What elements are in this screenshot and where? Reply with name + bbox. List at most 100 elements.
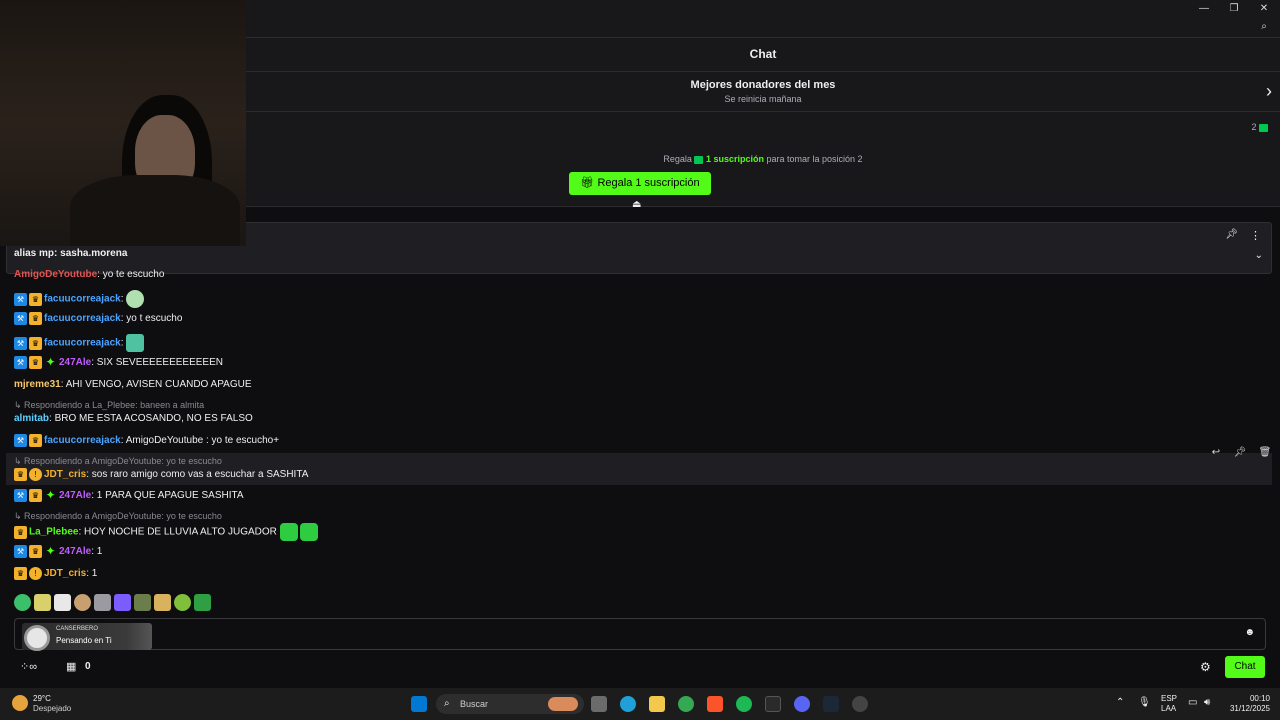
vip-badge-icon: ♛ — [14, 567, 27, 580]
now-playing-song: Pensando en Ti — [56, 636, 112, 645]
clock-time[interactable]: 00:10 — [1230, 694, 1270, 703]
weather-temp: 29°C — [33, 694, 51, 703]
mod-badge-icon: ⚒ — [14, 292, 27, 306]
chat-message: ⚒ ♛ ✦ 247Ale: SIX SEVEEEEEEEEEEEEN — [14, 356, 223, 370]
collapse-icon[interactable]: ⏏ — [632, 199, 641, 210]
og-badge-icon: ! — [29, 468, 42, 481]
chat-message: ♛ La_Plebee: HOY NOCHE DE LLUVIA ALTO JUG… — [14, 523, 319, 541]
points-icon[interactable]: ⁘∞ — [20, 660, 37, 673]
microphone-icon[interactable]: 🎙︎ — [1138, 697, 1151, 708]
pin-message-icon[interactable]: 📌︎ — [1230, 447, 1250, 461]
delete-icon[interactable]: 🗑︎ — [1255, 447, 1275, 461]
obs-icon[interactable] — [852, 696, 868, 712]
close-icon[interactable]: ✕ — [1256, 2, 1272, 16]
send-chat-button[interactable]: Chat — [1225, 656, 1265, 678]
top-donors-title: Mejores donadores del mes — [690, 79, 836, 91]
emote-icon[interactable] — [94, 594, 111, 611]
emote-quickbar — [14, 594, 214, 612]
gear-icon[interactable]: ⚙ — [1200, 660, 1211, 674]
taskbar-search[interactable]: ⌕ Buscar — [436, 694, 584, 714]
chat-message: ⚒ ♛ ✦ 247Ale: 1 PARA QUE APAGUE SASHITA — [14, 489, 244, 503]
more-options-icon[interactable]: ⋮ — [1250, 229, 1261, 242]
chat-message: ⚒ ♛ facuucorreajack: AmigoDeYoutube : yo t… — [14, 434, 279, 448]
reply-icon[interactable]: ↩ — [1206, 447, 1226, 461]
vip-badge-icon: ♛ — [29, 356, 42, 369]
file-explorer-icon[interactable] — [649, 696, 665, 712]
mod-badge-icon: ⚒ — [14, 489, 27, 502]
emoji-icon[interactable]: ☻ — [1244, 627, 1255, 638]
og-badge-icon: ! — [29, 567, 42, 580]
rank-count: 2 — [1251, 122, 1268, 132]
vip-badge-icon: ♛ — [14, 468, 27, 481]
steam-icon[interactable] — [823, 696, 839, 712]
gift-icon — [694, 155, 704, 164]
weather-icon — [12, 695, 28, 711]
windows-start-icon[interactable] — [411, 696, 427, 712]
chat-message: ⚒ ♛ ✦ 247Ale: 1 — [14, 545, 102, 559]
store-icon[interactable]: ▦ — [66, 660, 76, 673]
emote-icon — [126, 334, 145, 352]
chat-message: ♛! JDT_cris: 1 — [14, 567, 97, 581]
vip-badge-icon: ♛ — [29, 545, 42, 558]
top-donors-subtitle: Se reinicia mañana — [724, 94, 802, 104]
discord-icon[interactable] — [794, 696, 810, 712]
search-highlight-icon — [548, 697, 578, 711]
vip-badge-icon: ♛ — [29, 434, 42, 447]
language-bottom[interactable]: LAA — [1161, 704, 1176, 713]
network-icon[interactable]: ▭ — [1188, 697, 1197, 708]
emote-icon[interactable] — [194, 594, 211, 611]
emote-icon[interactable] — [154, 594, 171, 611]
volume-icon[interactable]: 🔊︎ — [1204, 697, 1210, 708]
chat-input[interactable]: ☻ — [14, 618, 1266, 650]
minimize-icon[interactable]: — — [1196, 2, 1212, 16]
search-icon: ⌕ — [444, 698, 450, 709]
emote-icon[interactable] — [134, 594, 151, 611]
gift-subscription-button[interactable]: 🎁︎ Regala 1 suscripción — [569, 172, 711, 195]
mod-badge-icon: ⚒ — [14, 356, 27, 369]
chat-message: ⚒ ♛ facuucorreajack: — [14, 290, 145, 308]
emote-icon[interactable] — [114, 594, 131, 611]
gift-prompt: Regala 1 suscripción para tomar la posic… — [663, 154, 863, 164]
pinned-text: alias mp: sasha.morena — [14, 248, 128, 259]
epic-games-icon[interactable] — [765, 696, 781, 712]
gift-panel: 2 Regala 1 suscripción para tomar la pos… — [246, 112, 1280, 210]
emote-icon[interactable] — [34, 594, 51, 611]
pin-icon[interactable]: 📌︎ — [1225, 229, 1238, 240]
zoom-icon[interactable]: ⌕ — [1256, 20, 1272, 34]
taskbar: 29°C Despejado ⌕ Buscar ⌃ 🎙︎ ESP LAA ▭ 🔊… — [0, 688, 1280, 720]
chevron-right-icon[interactable]: › — [1266, 81, 1272, 102]
vip-badge-icon: ♛ — [29, 312, 42, 325]
chat-message: ⚒ ♛ facuucorreajack: — [14, 334, 145, 352]
emote-icon[interactable] — [174, 594, 191, 611]
store-count: 0 — [85, 661, 91, 672]
emote-icon — [279, 523, 298, 541]
mod-badge-icon: ⚒ — [14, 336, 27, 350]
vip-badge-icon: ♛ — [29, 489, 42, 502]
emote-icon — [300, 523, 319, 541]
now-playing-card: CANSERBERO Pensando en Ti — [22, 623, 152, 651]
reply-context: ↳ Respondiendo a La_Plebee: baneen a alm… — [14, 400, 205, 410]
weather-desc: Despejado — [33, 704, 72, 713]
emote-icon[interactable] — [74, 594, 91, 611]
mod-badge-icon: ⚒ — [14, 545, 27, 558]
chat-message: almitab: BRO ME ESTA ACOSANDO, NO ES FAL… — [14, 413, 253, 424]
spotify-icon[interactable] — [736, 696, 752, 712]
sparkle-badge-icon: ✦ — [45, 544, 56, 558]
restore-icon[interactable]: ❐ — [1226, 2, 1242, 16]
chat-message: mjreme31: AHI VENGO, AVISEN CUANDO APAGU… — [14, 379, 252, 390]
brave-icon[interactable] — [707, 696, 723, 712]
clock-date[interactable]: 31/12/2025 — [1220, 704, 1270, 713]
webcam-overlay — [0, 0, 246, 246]
emote-icon[interactable] — [14, 594, 31, 611]
album-art — [24, 625, 50, 651]
top-donors-panel[interactable]: Mejores donadores del mes Se reinicia ma… — [246, 72, 1280, 112]
chrome-icon[interactable] — [678, 696, 694, 712]
vip-badge-icon: ♛ — [14, 525, 27, 539]
edge-icon[interactable] — [620, 696, 636, 712]
chevron-down-icon[interactable]: ⌄ — [1255, 250, 1263, 261]
language-top[interactable]: ESP — [1161, 694, 1177, 703]
emote-icon[interactable] — [54, 594, 71, 611]
task-view-icon[interactable] — [591, 696, 607, 712]
reply-context: ↳ Respondiendo a AmigoDeYoutube: yo te e… — [14, 456, 222, 466]
tray-chevron-icon[interactable]: ⌃ — [1116, 697, 1124, 708]
